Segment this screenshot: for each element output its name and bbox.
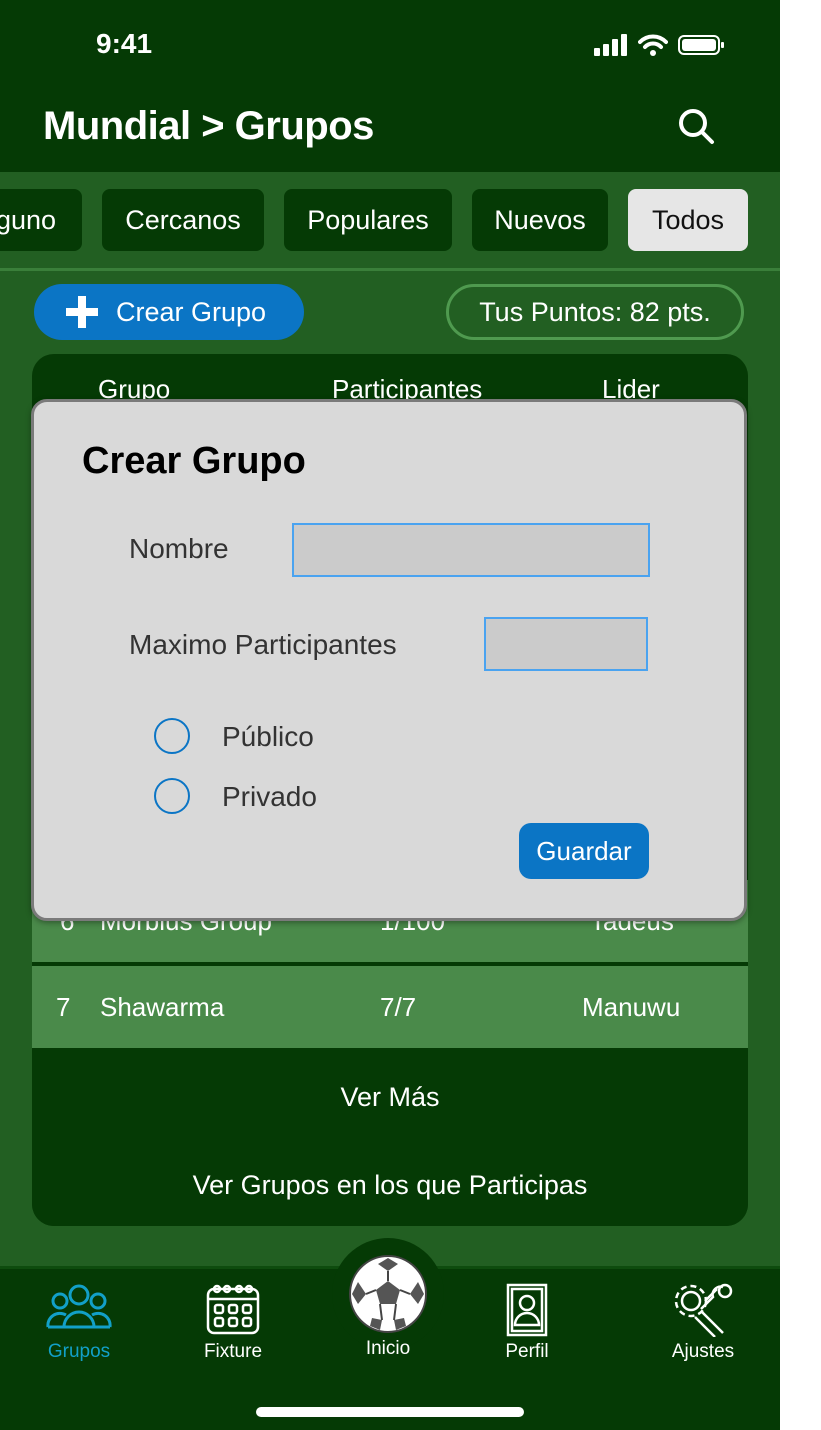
tab-ajustes-label: Ajustes [671,1341,735,1362]
filter-chip-cercanos[interactable]: Cercanos [102,189,264,251]
tab-inicio-label: Inicio [365,1338,411,1359]
tab-grupos[interactable]: Grupos [14,1283,144,1362]
tab-ajustes[interactable]: Ajustes [638,1283,768,1362]
filter-bar: guno Cercanos Populares Nuevos Todos [0,172,780,271]
ver-mas-button[interactable]: Ver Más [32,1056,748,1138]
home-indicator [256,1407,524,1417]
tab-perfil-label: Perfil [505,1341,549,1362]
page-title: Mundial > Grupos [43,104,374,148]
points-badge: Tus Puntos: 82 pts. [446,284,744,340]
groups-icon [46,1284,112,1329]
name-label: Nombre [129,533,229,564]
create-group-button[interactable]: Crear Grupo [34,284,304,340]
tab-grupos-label: Grupos [47,1341,111,1362]
status-icons [594,34,726,56]
row-participants: 7/7 [380,992,417,1022]
row-group-name: Shawarma [100,992,225,1022]
radio-public[interactable] [154,718,190,754]
save-button[interactable]: Guardar [519,823,649,879]
signal-icon [594,34,627,56]
create-group-label: Crear Grupo [116,296,267,327]
tab-fixture[interactable]: Fixture [168,1283,298,1362]
settings-icon [674,1283,733,1337]
tab-perfil[interactable]: Perfil [462,1283,592,1362]
ver-participas-button[interactable]: Ver Grupos en los que Participas [32,1144,748,1226]
row-leader: Manuwu [582,992,681,1022]
filter-chip-populares[interactable]: Populares [284,189,452,251]
radio-private[interactable] [154,778,190,814]
create-group-modal: Crear Grupo Nombre Maximo Participantes … [31,399,747,921]
table-row[interactable]: 7 Shawarma 7/7 Manuwu [32,966,748,1048]
filter-chip-ninguno[interactable]: guno [0,189,82,251]
wifi-icon [638,34,668,56]
radio-private-label: Privado [222,781,317,812]
filter-chip-todos[interactable]: Todos [628,189,748,251]
status-time: 9:41 [96,28,153,59]
radio-public-label: Público [222,721,314,752]
soccer-ball-icon [349,1255,427,1333]
max-participants-label: Maximo Participantes [129,629,397,660]
calendar-icon [206,1284,260,1335]
modal-title: Crear Grupo [82,440,306,482]
filter-chip-nuevos[interactable]: Nuevos [472,189,608,251]
name-field[interactable] [292,523,650,577]
battery-icon [678,35,724,55]
max-participants-field[interactable] [484,617,648,671]
app-screen: 9:41 Mundial > Grupos guno Cercanos Popu… [0,0,780,1430]
search-icon[interactable] [676,106,716,146]
tab-inicio[interactable] [332,1238,444,1350]
profile-icon [506,1283,548,1337]
row-number: 7 [56,992,71,1022]
top-bar: 9:41 Mundial > Grupos [0,0,780,172]
plus-icon [66,296,98,328]
tab-fixture-label: Fixture [203,1341,263,1362]
